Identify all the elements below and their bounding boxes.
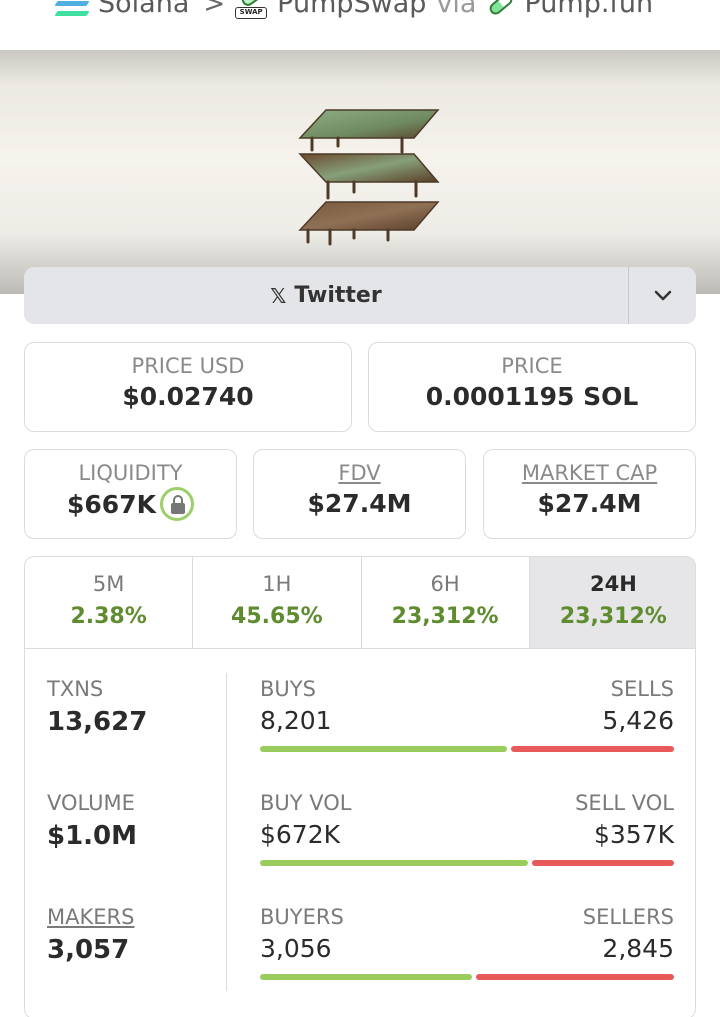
txns-value: 13,627 [47,707,148,737]
liquidity-label: LIQUIDITY [78,461,183,485]
buy-vol-label: BUY VOL [260,791,352,815]
buys-sells-bar [260,746,674,752]
tab-label: 6H [430,572,460,596]
buy-bar [260,746,508,752]
tab-label: 5M [92,572,125,596]
chevron-down-icon [654,290,671,300]
price-usd-card: PRICE USD $0.02740 [24,342,352,432]
twitter-label: Twitter [294,283,382,308]
sells-label: SELLS [610,677,674,701]
token-logo [298,109,440,246]
breadcrumb-launchpad[interactable]: Pump.fun [524,0,653,19]
price-native-value: 0.0001195 SOL [425,382,639,411]
makers-stat: MAKERS 3,057 [47,905,134,965]
buyers-label: BUYERS [260,905,344,929]
fdv-label[interactable]: FDV [254,461,465,485]
market-cap-label[interactable]: MARKET CAP [484,461,695,485]
price-native-label: PRICE [501,354,563,378]
sell-vol-label: SELL VOL [575,791,674,815]
txns-stat: TXNS 13,627 [47,677,147,737]
buyers-value: 3,056 [260,934,332,963]
tab-change: 23,312% [559,604,667,629]
buyers-sellers-bar [260,974,674,980]
market-cap-card: MARKET CAP $27.4M [483,449,696,539]
buy-bar [260,860,529,866]
tab-5m[interactable]: 5M 2.38% [25,557,194,648]
liquidity-card: LIQUIDITY $667K [24,449,237,539]
buyers-sellers-split: BUYERS SELLERS 3,056 2,845 [260,905,674,980]
sell-vol-value: $357K [593,820,674,849]
buys-label: BUYS [260,677,316,701]
buys-value: 8,201 [260,706,332,735]
tab-1h[interactable]: 1H 45.65% [193,557,362,648]
sellers-label: SELLERS [582,905,674,929]
buy-bar [260,974,473,980]
solana-icon [54,0,90,16]
price-usd-label: PRICE USD [131,354,245,378]
makers-value: 3,057 [47,935,130,965]
liquidity-value: $667K [67,490,156,519]
breadcrumb-via: via [436,0,477,19]
tab-6h[interactable]: 6H 23,312% [362,557,530,648]
volume-label: VOLUME [47,791,135,815]
tab-change: 2.38% [70,604,147,629]
sell-bar [511,746,674,752]
x-logo-icon: 𝕏 [270,283,287,308]
tab-change: 45.65% [231,604,323,629]
timeframe-tabs: 5M 2.38% 1H 45.65% 6H 23,312% 24H 23,312… [25,557,695,649]
divider [226,673,227,991]
socials-dropdown-button[interactable] [629,267,696,324]
buy-vol-value: $672K [260,820,341,849]
tab-24h[interactable]: 24H 23,312% [529,557,695,648]
breadcrumb: Solana > SWAP PumpSwap via Pump.fun [0,0,720,50]
volume-bar [260,860,674,866]
buys-sells-split: BUYS SELLS 8,201 5,426 [260,677,674,752]
sell-bar [476,974,674,980]
txns-label: TXNS [47,677,104,701]
pumpfun-icon [486,0,516,18]
tab-change: 23,312% [391,604,499,629]
chevron-right-icon: > [203,0,226,19]
sell-bar [532,860,674,866]
sellers-value: 2,845 [602,934,674,963]
breadcrumb-chain[interactable]: Solana [98,0,189,19]
tab-label: 1H [262,572,292,596]
stats-panel: 5M 2.38% 1H 45.65% 6H 23,312% 24H 23,312… [24,556,696,1017]
market-cap-value: $27.4M [537,489,642,518]
makers-label[interactable]: MAKERS [47,905,134,929]
volume-stat: VOLUME $1.0M [47,791,137,851]
twitter-link-button[interactable]: 𝕏 Twitter [24,267,628,324]
lock-icon[interactable] [159,487,194,521]
price-native-card: PRICE 0.0001195 SOL [368,342,696,432]
volume-value: $1.0M [47,821,138,851]
pumpswap-icon: SWAP [235,0,268,19]
price-usd-value: $0.02740 [122,382,254,411]
volume-split: BUY VOL SELL VOL $672K $357K [260,791,674,866]
breadcrumb-dex[interactable]: PumpSwap [277,0,426,19]
fdv-card: FDV $27.4M [253,449,466,539]
social-link-bar: 𝕏 Twitter [24,267,696,324]
token-banner [0,50,720,294]
sells-value: 5,426 [602,706,674,735]
tab-label: 24H [589,572,637,596]
fdv-value: $27.4M [307,489,412,518]
